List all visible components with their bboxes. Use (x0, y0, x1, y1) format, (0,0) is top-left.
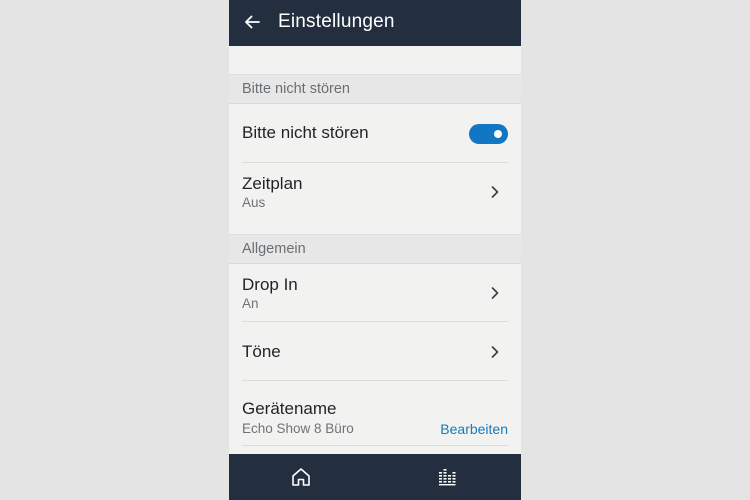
device-name-value: Echo Show 8 Büro (242, 421, 354, 436)
schedule-value: Aus (242, 195, 266, 210)
arrow-left-icon[interactable] (241, 11, 263, 33)
toggle-knob (494, 130, 502, 138)
drop-in-row[interactable]: Drop In An (229, 264, 521, 322)
row-divider (242, 445, 508, 446)
home-icon[interactable] (290, 466, 312, 488)
settings-screen: Einstellungen Bitte nicht stören Bitte n… (229, 0, 521, 500)
dnd-toggle-label: Bitte nicht stören (242, 123, 369, 142)
equalizer-icon[interactable] (438, 468, 458, 486)
dnd-toggle-row[interactable]: Bitte nicht stören (229, 104, 521, 163)
tones-row[interactable]: Töne (229, 322, 521, 381)
bottom-nav-bar (229, 454, 521, 500)
device-name-label: Gerätename (242, 399, 337, 418)
section-header-general: Allgemein (229, 234, 521, 264)
drop-in-value: An (242, 296, 259, 311)
drop-in-label: Drop In (242, 275, 298, 294)
chevron-right-icon (489, 345, 501, 359)
section-header-dnd: Bitte nicht stören (229, 74, 521, 104)
page-title: Einstellungen (278, 11, 395, 32)
schedule-row[interactable]: Zeitplan Aus (229, 163, 521, 234)
schedule-label: Zeitplan (242, 174, 303, 193)
chevron-right-icon (489, 185, 501, 199)
device-name-row: Gerätename Echo Show 8 Büro Bearbeiten (229, 381, 521, 446)
edit-device-name-link[interactable]: Bearbeiten (440, 421, 508, 437)
tones-label: Töne (242, 342, 281, 361)
dnd-toggle-switch[interactable] (469, 124, 508, 144)
chevron-right-icon (489, 286, 501, 300)
top-spacer (229, 46, 521, 74)
app-bar: Einstellungen (229, 0, 521, 46)
